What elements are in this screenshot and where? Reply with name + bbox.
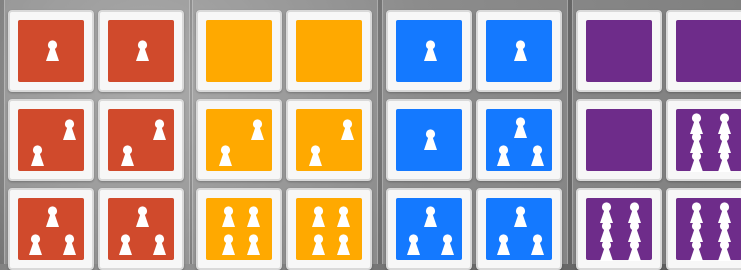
tile-purple-r3-c1[interactable]: [576, 188, 662, 270]
tile-purple-r3-c2[interactable]: [666, 188, 741, 270]
pawn-icon: [513, 40, 528, 62]
pawn-icon: [45, 206, 60, 228]
pawn-icon: [311, 206, 326, 228]
pawn-icon: [221, 234, 236, 256]
tile-face-purple: [676, 109, 741, 173]
pawn-icon: [135, 40, 150, 62]
tile-red-r3-c2[interactable]: [98, 188, 184, 270]
tile-blue-r1-c2[interactable]: [476, 10, 562, 92]
tile-face-orange: [206, 109, 272, 171]
tile-face-purple: [586, 20, 652, 82]
pawn-icon: [717, 151, 732, 173]
tile-purple-r1-c2[interactable]: [666, 10, 741, 92]
tile-blue-r3-c1[interactable]: [386, 188, 472, 270]
pawn-icon: [246, 234, 261, 256]
pawn-icon: [152, 119, 167, 141]
pawn-icon: [530, 145, 545, 167]
pawn-icon: [496, 234, 511, 256]
tile-face-blue: [486, 20, 552, 82]
pawn-icon: [440, 234, 455, 256]
tile-purple-r2-c1[interactable]: [576, 99, 662, 181]
tile-face-orange: [296, 109, 362, 171]
tile-orange-r2-c2[interactable]: [286, 99, 372, 181]
pawn-icon: [62, 234, 77, 256]
pawn-icon: [599, 240, 614, 262]
tile-face-purple: [586, 198, 652, 262]
pawn-icon: [308, 145, 323, 167]
game-board: [0, 0, 741, 270]
pawn-icon: [250, 119, 265, 141]
tile-blue-r3-c2[interactable]: [476, 188, 562, 270]
tile-blue-r2-c2[interactable]: [476, 99, 562, 181]
tile-blue-r1-c1[interactable]: [386, 10, 472, 92]
tile-orange-r1-c1[interactable]: [196, 10, 282, 92]
pawn-icon: [717, 240, 732, 262]
tile-orange-r3-c1[interactable]: [196, 188, 282, 270]
tile-red-r1-c2[interactable]: [98, 10, 184, 92]
tile-face-blue: [396, 109, 462, 171]
pawn-icon: [689, 151, 704, 173]
pawn-icon: [627, 240, 642, 262]
tile-face-orange: [296, 20, 362, 82]
tile-red-r3-c1[interactable]: [8, 188, 94, 270]
tile-orange-r3-c2[interactable]: [286, 188, 372, 270]
pawn-icon: [152, 234, 167, 256]
pawn-icon: [120, 145, 135, 167]
tile-red-r2-c1[interactable]: [8, 99, 94, 181]
pawn-icon: [62, 119, 77, 141]
tile-face-blue: [486, 198, 552, 260]
tile-face-blue: [486, 109, 552, 171]
tile-face-orange: [296, 198, 362, 260]
tile-face-red: [108, 109, 174, 171]
tile-orange-r2-c1[interactable]: [196, 99, 282, 181]
pawn-icon: [45, 40, 60, 62]
pawn-icon: [30, 145, 45, 167]
pawn-icon: [336, 234, 351, 256]
pawn-icon: [218, 145, 233, 167]
pawn-icon: [336, 206, 351, 228]
tile-face-red: [18, 109, 84, 171]
pawn-icon: [513, 117, 528, 139]
tile-red-r1-c1[interactable]: [8, 10, 94, 92]
tile-face-orange: [206, 198, 272, 260]
pawn-icon: [423, 129, 438, 151]
pawn-icon: [423, 40, 438, 62]
pawn-icon: [689, 240, 704, 262]
tile-face-red: [18, 20, 84, 82]
tile-face-red: [18, 198, 84, 260]
tile-face-red: [108, 20, 174, 82]
pawn-icon: [135, 206, 150, 228]
tile-red-r2-c2[interactable]: [98, 99, 184, 181]
tile-face-purple: [676, 20, 741, 82]
pawn-icon: [221, 206, 236, 228]
tile-face-purple: [586, 109, 652, 171]
pawn-icon: [496, 145, 511, 167]
tile-purple-r2-c2[interactable]: [666, 99, 741, 181]
tile-orange-r1-c2[interactable]: [286, 10, 372, 92]
pawn-icon: [513, 206, 528, 228]
tile-blue-r2-c1[interactable]: [386, 99, 472, 181]
pawn-icon: [530, 234, 545, 256]
pawn-icon: [423, 206, 438, 228]
pawn-icon: [340, 119, 355, 141]
tile-purple-r1-c1[interactable]: [576, 10, 662, 92]
tile-face-purple: [676, 198, 741, 262]
pawn-icon: [246, 206, 261, 228]
pawn-icon: [28, 234, 43, 256]
tile-face-red: [108, 198, 174, 260]
tile-face-blue: [396, 20, 462, 82]
pawn-icon: [406, 234, 421, 256]
tile-face-orange: [206, 20, 272, 82]
tile-face-blue: [396, 198, 462, 260]
pawn-icon: [311, 234, 326, 256]
pawn-icon: [118, 234, 133, 256]
